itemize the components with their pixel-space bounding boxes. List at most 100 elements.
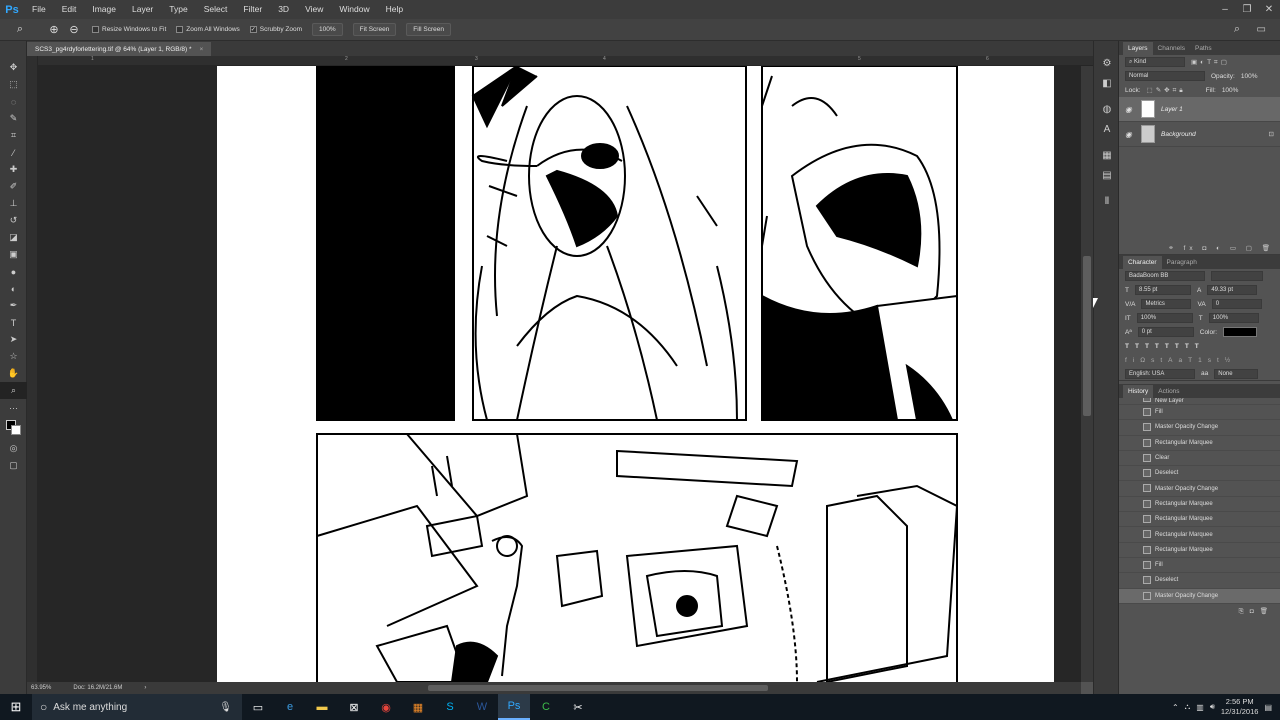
opentype-buttons[interactable]: fiΩstAaT1st½ <box>1125 357 1236 364</box>
windows-start-icon[interactable]: ⊞ <box>0 694 32 720</box>
zoom-100-button[interactable]: 100% <box>312 23 343 36</box>
paragraph-panel-icon[interactable]: Ⅱ <box>1094 191 1120 211</box>
word-icon[interactable]: W <box>466 694 498 720</box>
anti-alias-select[interactable]: None <box>1214 368 1259 379</box>
history-item[interactable]: Clear <box>1119 451 1280 467</box>
canvas-area[interactable] <box>38 66 1081 682</box>
horizontal-scale-field[interactable]: 100% <box>1208 313 1259 323</box>
menu-help[interactable]: Help <box>378 0 411 19</box>
marquee-tool-icon[interactable]: ⬚ <box>0 76 27 93</box>
shape-tool-icon[interactable]: ☆ <box>0 348 27 365</box>
menu-image[interactable]: Image <box>84 0 124 19</box>
visibility-eye-icon[interactable]: ◉ <box>1125 130 1135 139</box>
minimize-icon[interactable]: – <box>1214 0 1236 19</box>
skype-icon[interactable]: S <box>434 694 466 720</box>
move-tool-icon[interactable]: ✥ <box>0 59 27 76</box>
cortana-search-box[interactable]: ○ Ask me anything 🎙︎ <box>32 694 242 720</box>
vertical-scrollbar[interactable] <box>1081 66 1093 682</box>
menu-filter[interactable]: Filter <box>235 0 270 19</box>
history-item[interactable]: Rectangular Marquee <box>1119 527 1280 543</box>
document-tab[interactable]: SCS3_pg4rdyforlettering.tif @ 64% (Layer… <box>27 42 212 56</box>
horizontal-scrollbar[interactable] <box>38 682 1081 694</box>
history-item[interactable]: Deselect <box>1119 466 1280 482</box>
quick-mask-icon[interactable]: ◎ <box>0 440 27 457</box>
tray-apps-icon[interactable]: ⛬ <box>1185 702 1191 712</box>
quick-select-tool-icon[interactable]: ✎ <box>0 110 27 127</box>
history-item[interactable]: Rectangular Marquee <box>1119 512 1280 528</box>
menu-type[interactable]: Type <box>161 0 195 19</box>
history-actions-icons[interactable]: ⎘◘🗑︎ <box>1239 607 1274 616</box>
language-select[interactable]: English: USA <box>1125 368 1195 379</box>
zoom-level[interactable]: 63.95% <box>31 685 51 691</box>
search-icon[interactable]: ⌕ <box>1234 23 1240 36</box>
layer-row-background[interactable]: ◉ Background ⊡ <box>1119 122 1280 147</box>
text-color-swatch[interactable] <box>1223 327 1258 337</box>
microphone-icon[interactable]: 🎙︎ <box>219 702 232 713</box>
network-icon[interactable]: ▥ <box>1196 703 1204 712</box>
zoom-tool-icon[interactable]: ⌕ <box>0 382 27 399</box>
menu-edit[interactable]: Edit <box>54 0 85 19</box>
menu-layer[interactable]: Layer <box>124 0 161 19</box>
font-size-field[interactable]: 8.55 pt <box>1134 285 1191 295</box>
history-item-current[interactable]: Master Opacity Change <box>1119 588 1280 604</box>
photoshop-taskbar-icon[interactable]: Ps <box>498 694 530 720</box>
zoom-in-icon[interactable]: ⊕ <box>46 22 62 38</box>
clock[interactable]: 2:56 PM 12/31/2016 <box>1221 697 1259 717</box>
font-style-select[interactable] <box>1211 271 1263 281</box>
fill-screen-button[interactable]: Fill Screen <box>406 23 452 36</box>
tab-paths[interactable]: Paths <box>1190 42 1217 55</box>
layer-row-layer-1[interactable]: ◉ Layer 1 <box>1119 97 1280 122</box>
tab-actions[interactable]: Actions <box>1153 385 1184 398</box>
color-swatches[interactable] <box>0 416 26 440</box>
menu-3d[interactable]: 3D <box>270 0 297 19</box>
gradient-tool-icon[interactable]: ▣ <box>0 246 27 263</box>
character-styles-icon[interactable]: A <box>1094 119 1120 139</box>
eraser-tool-icon[interactable]: ◪ <box>0 229 27 246</box>
clone-stamp-tool-icon[interactable]: ⊥ <box>0 195 27 212</box>
menu-window[interactable]: Window <box>331 0 377 19</box>
history-item[interactable]: Fill <box>1119 558 1280 574</box>
history-item[interactable]: Fill <box>1119 405 1280 421</box>
calculator-icon[interactable]: ▦ <box>402 694 434 720</box>
action-center-icon[interactable]: ▤ <box>1264 703 1272 712</box>
history-item[interactable]: Master Opacity Change <box>1119 420 1280 436</box>
tab-layers[interactable]: Layers <box>1123 42 1153 55</box>
show-hidden-icons-icon[interactable]: ⌃ <box>1172 703 1179 712</box>
layer-actions-icons[interactable]: ⚭ fx ◘ ◐ ▭ ▢ 🗑︎ <box>1168 244 1274 252</box>
history-item[interactable]: Rectangular Marquee <box>1119 497 1280 513</box>
status-menu-arrow-icon[interactable]: › <box>144 685 146 691</box>
menu-view[interactable]: View <box>297 0 331 19</box>
opacity-value[interactable]: 100% <box>1241 73 1258 80</box>
history-item[interactable]: Rectangular Marquee <box>1119 436 1280 451</box>
comic-page[interactable] <box>217 66 1054 682</box>
tab-channels[interactable]: Channels <box>1153 42 1190 55</box>
edge-browser-icon[interactable]: e <box>274 694 306 720</box>
zoom-out-icon[interactable]: ⊖ <box>66 22 82 38</box>
type-style-buttons[interactable]: TTTTTTTT <box>1125 343 1205 350</box>
kerning-field[interactable]: Metrics <box>1141 299 1192 309</box>
baseline-field[interactable]: 0 pt <box>1137 327 1194 337</box>
camtasia-icon[interactable]: C <box>530 694 562 720</box>
brush-tool-icon[interactable]: ✐ <box>0 178 27 195</box>
leading-field[interactable]: 49.33 pt <box>1207 285 1258 295</box>
path-selection-tool-icon[interactable]: ➤ <box>0 331 27 348</box>
workspace-icon[interactable]: ▭ <box>1257 24 1266 35</box>
pen-tool-icon[interactable]: ✒ <box>0 297 27 314</box>
history-item[interactable]: New Layer <box>1119 398 1280 405</box>
font-family-select[interactable]: BadaBoom BB <box>1125 271 1205 281</box>
menu-file[interactable]: File <box>24 0 54 19</box>
snipping-tool-icon[interactable]: ✂ <box>562 694 594 720</box>
healing-brush-tool-icon[interactable]: ✚ <box>0 161 27 178</box>
history-item[interactable]: Master Opacity Change <box>1119 481 1280 497</box>
adjustments-panel-icon[interactable]: ◧ <box>1094 73 1120 93</box>
hand-tool-icon[interactable]: ✋ <box>0 365 27 382</box>
task-view-icon[interactable]: ▭ <box>242 694 274 720</box>
chrome-icon[interactable]: ◉ <box>370 694 402 720</box>
store-icon[interactable]: ⊠ <box>338 694 370 720</box>
styles-panel-icon[interactable]: ▤ <box>1094 165 1120 185</box>
close-icon[interactable]: ✕ <box>1258 0 1280 19</box>
visibility-eye-icon[interactable]: ◉ <box>1125 105 1135 114</box>
history-brush-tool-icon[interactable]: ↺ <box>0 212 27 229</box>
swatches-panel-icon[interactable]: ▦ <box>1094 145 1120 165</box>
tab-history[interactable]: History <box>1123 385 1154 398</box>
